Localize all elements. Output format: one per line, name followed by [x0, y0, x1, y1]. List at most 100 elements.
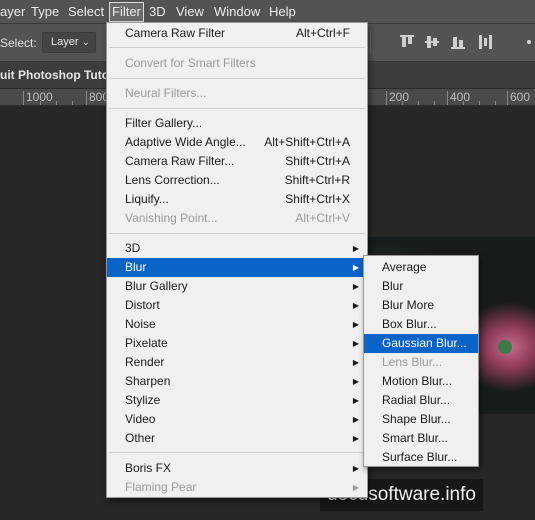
- menu-item-boris-fx[interactable]: Boris FX ▶: [107, 459, 367, 478]
- menu-item-label: Radial Blur...: [382, 393, 451, 407]
- menu-separator: [109, 233, 365, 234]
- submenu-arrow-icon: ▶: [352, 483, 359, 492]
- menu-item-lens-correction[interactable]: Lens Correction... Shift+Ctrl+R: [107, 171, 367, 190]
- menu-select[interactable]: Select: [68, 4, 104, 19]
- shortcut-label: Alt+Ctrl+F: [295, 26, 350, 40]
- submenu-arrow-icon: ▶: [352, 282, 359, 291]
- menu-item-label: Video: [125, 412, 156, 426]
- menu-item-vanishing-point[interactable]: Vanishing Point... Alt+Ctrl+V: [107, 209, 367, 228]
- menu-item-label: Blur: [125, 260, 147, 274]
- menu-item-label: Gaussian Blur...: [382, 336, 467, 350]
- submenu-item-smart-blur[interactable]: Smart Blur...: [364, 429, 478, 448]
- divider: [370, 31, 371, 54]
- menu-item-render[interactable]: Render ▶: [107, 353, 367, 372]
- ruler-tick: [72, 101, 73, 105]
- distribute-icon[interactable]: [478, 35, 492, 49]
- submenu-arrow-icon: ▶: [352, 339, 359, 348]
- shortcut-label: Alt+Ctrl+V: [295, 211, 350, 225]
- submenu-item-gaussian-blur[interactable]: Gaussian Blur...: [364, 334, 478, 353]
- auto-select-value: Layer: [51, 36, 79, 48]
- ruler-tick: [86, 91, 87, 105]
- submenu-arrow-icon: ▶: [352, 244, 359, 253]
- ruler-label: 200: [389, 90, 410, 104]
- submenu-item-box-blur[interactable]: Box Blur...: [364, 315, 478, 334]
- chevron-down-icon: ⌄: [81, 37, 90, 48]
- menu-item-filter-gallery[interactable]: Filter Gallery...: [107, 114, 367, 133]
- align-bottom-icon[interactable]: [451, 35, 465, 49]
- submenu-arrow-icon: ▶: [352, 263, 359, 272]
- ruler-tick: [402, 101, 403, 105]
- menu-separator: [109, 108, 365, 109]
- ruler-tick: [56, 101, 57, 105]
- submenu-item-motion-blur[interactable]: Motion Blur...: [364, 372, 478, 391]
- menu-item-blur[interactable]: Blur ▶: [107, 258, 367, 277]
- menu-item-pixelate[interactable]: Pixelate ▶: [107, 334, 367, 353]
- menu-item-label: Liquify...: [125, 192, 169, 206]
- menu-item-label: Pixelate: [125, 336, 168, 350]
- menu-layer[interactable]: ayer: [0, 4, 25, 19]
- submenu-arrow-icon: ▶: [352, 415, 359, 424]
- menu-item-blur-gallery[interactable]: Blur Gallery ▶: [107, 277, 367, 296]
- ruler-tick: [23, 91, 24, 105]
- flower-center: [498, 340, 512, 354]
- menu-item-label: Neural Filters...: [125, 86, 207, 100]
- submenu-item-radial-blur[interactable]: Radial Blur...: [364, 391, 478, 410]
- menu-separator: [109, 47, 365, 48]
- menu-item-neural-filters[interactable]: Neural Filters...: [107, 84, 367, 103]
- submenu-arrow-icon: ▶: [352, 377, 359, 386]
- ruler-tick: [447, 91, 448, 105]
- filter-menu: Camera Raw Filter Alt+Ctrl+F Convert for …: [106, 22, 368, 498]
- shortcut-label: Shift+Ctrl+A: [285, 154, 350, 168]
- menu-item-stylize[interactable]: Stylize ▶: [107, 391, 367, 410]
- submenu-item-blur-more[interactable]: Blur More: [364, 296, 478, 315]
- submenu-arrow-icon: ▶: [352, 396, 359, 405]
- align-top-icon[interactable]: [400, 35, 414, 49]
- menu-view[interactable]: View: [176, 4, 204, 19]
- align-vcenter-icon[interactable]: [425, 35, 439, 49]
- menu-item-label: Vanishing Point...: [125, 211, 218, 225]
- menu-item-label: Lens Blur...: [382, 355, 443, 369]
- menu-item-3d[interactable]: 3D ▶: [107, 239, 367, 258]
- menu-item-sharpen[interactable]: Sharpen ▶: [107, 372, 367, 391]
- menu-item-label: Filter Gallery...: [125, 116, 203, 130]
- menu-item-noise[interactable]: Noise ▶: [107, 315, 367, 334]
- menu-item-liquify[interactable]: Liquify... Shift+Ctrl+X: [107, 190, 367, 209]
- menu-item-label: Adaptive Wide Angle...: [125, 135, 246, 149]
- menu-item-label: Other: [125, 431, 156, 445]
- auto-select-label: Select:: [0, 36, 37, 50]
- menu-item-flaming-pear[interactable]: Flaming Pear ▶: [107, 478, 367, 497]
- menu-item-label: Camera Raw Filter: [125, 26, 226, 40]
- ruler-tick: [507, 91, 508, 105]
- more-icon[interactable]: [527, 40, 531, 44]
- menu-separator: [109, 452, 365, 453]
- menu-item-video[interactable]: Video ▶: [107, 410, 367, 429]
- menu-item-label: 3D: [125, 241, 141, 255]
- menu-help[interactable]: Help: [269, 4, 296, 19]
- ruler-tick: [386, 91, 387, 105]
- submenu-item-average[interactable]: Average: [364, 258, 478, 277]
- shortcut-label: Shift+Ctrl+X: [285, 192, 350, 206]
- menu-item-label: Flaming Pear: [125, 480, 197, 494]
- submenu-item-surface-blur[interactable]: Surface Blur...: [364, 448, 478, 467]
- submenu-arrow-icon: ▶: [352, 434, 359, 443]
- menu-item-distort[interactable]: Distort ▶: [107, 296, 367, 315]
- menu-3d[interactable]: 3D: [149, 4, 166, 19]
- shortcut-label: Shift+Ctrl+R: [284, 173, 350, 187]
- menu-window[interactable]: Window: [214, 4, 260, 19]
- submenu-item-shape-blur[interactable]: Shape Blur...: [364, 410, 478, 429]
- menu-item-label: Stylize: [125, 393, 161, 407]
- submenu-item-lens-blur[interactable]: Lens Blur...: [364, 353, 478, 372]
- menu-separator: [109, 78, 365, 79]
- menu-item-label: Blur More: [382, 298, 435, 312]
- menu-item-camera-raw-filter[interactable]: Camera Raw Filter Alt+Ctrl+F: [107, 24, 367, 43]
- submenu-arrow-icon: ▶: [352, 358, 359, 367]
- menu-item-convert-smart-filters[interactable]: Convert for Smart Filters: [107, 54, 367, 73]
- menu-filter[interactable]: Filter: [109, 2, 144, 22]
- menu-item-label: Blur: [382, 279, 404, 293]
- menu-item-camera-raw-filter-2[interactable]: Camera Raw Filter... Shift+Ctrl+A: [107, 152, 367, 171]
- submenu-item-blur[interactable]: Blur: [364, 277, 478, 296]
- menu-item-adaptive-wide-angle[interactable]: Adaptive Wide Angle... Alt+Shift+Ctrl+A: [107, 133, 367, 152]
- auto-select-dropdown[interactable]: Layer ⌄: [42, 32, 96, 53]
- menu-type[interactable]: Type: [31, 4, 59, 19]
- menu-item-other[interactable]: Other ▶: [107, 429, 367, 448]
